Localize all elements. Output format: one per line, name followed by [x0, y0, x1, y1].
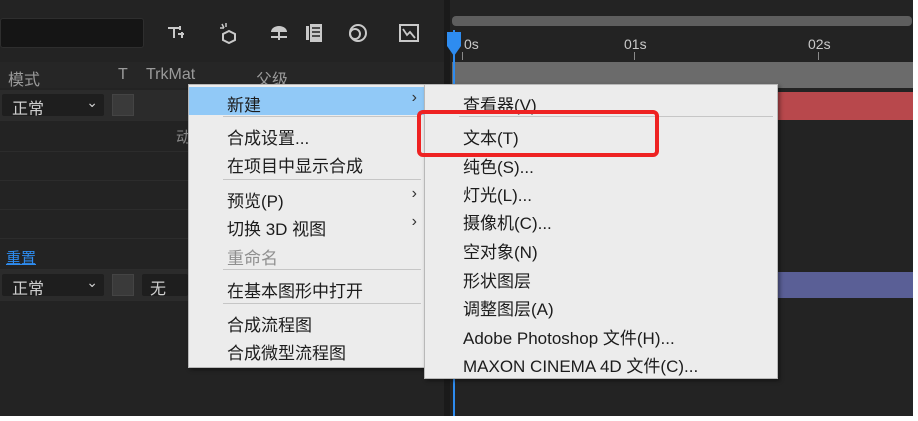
menu-item-label: 空对象(N)	[463, 243, 538, 262]
annotation-highlight-box	[417, 110, 659, 157]
menu-item-label: 在项目中显示合成	[227, 157, 363, 176]
time-label-1: 01s	[624, 36, 647, 52]
trkmat-select[interactable]: 无	[142, 274, 188, 298]
trkmat-value: 无	[150, 281, 167, 298]
menu-item-label: 摄像机(C)...	[463, 214, 552, 233]
submenu-item-light[interactable]: 灯光(L)...	[425, 177, 777, 205]
chevron-down-icon: ⌄	[86, 274, 98, 290]
playhead-marker-icon[interactable]	[445, 30, 463, 58]
menu-item-label: 预览(P)	[227, 192, 284, 211]
chevron-down-icon: ⌄	[86, 94, 98, 110]
blend-mode-select[interactable]: 正常 ⌄	[2, 94, 104, 118]
submenu-item-adjustment-layer[interactable]: 调整图层(A)	[425, 291, 777, 319]
menu-item-label: 新建	[227, 96, 261, 115]
submenu-item-photoshop-file[interactable]: Adobe Photoshop 文件(H)...	[425, 320, 777, 348]
context-menu: 新建 › 合成设置... 在项目中显示合成 预览(P) › 切换 3D 视图 ›…	[188, 84, 426, 368]
submenu-item-cinema4d-file[interactable]: MAXON CINEMA 4D 文件(C)...	[425, 348, 777, 376]
menu-separator	[223, 303, 421, 304]
menu-item-label: 形状图层	[463, 272, 531, 291]
chevron-right-icon: ›	[411, 185, 417, 202]
timeline-navigator-bar[interactable]	[452, 16, 912, 26]
blend-mode-select[interactable]: 正常 ⌄	[2, 274, 104, 298]
graph-editor-icon[interactable]	[346, 22, 368, 44]
menu-item-label: 合成流程图	[227, 316, 312, 335]
track-matte-toggle[interactable]	[112, 94, 134, 116]
menu-separator	[223, 116, 421, 117]
shy-layers-icon[interactable]	[218, 22, 240, 44]
menu-item-label: 调整图层(A)	[463, 300, 554, 319]
menu-item-label: 切换 3D 视图	[227, 220, 327, 239]
menu-item-switch-3d-view[interactable]: 切换 3D 视图 ›	[189, 211, 425, 239]
blend-mode-value: 正常	[12, 281, 45, 298]
menu-item-label: MAXON CINEMA 4D 文件(C)...	[463, 357, 699, 376]
menu-item-label: 在基本图形中打开	[227, 282, 363, 301]
menu-item-label: 合成微型流程图	[227, 344, 346, 363]
track-matte-toggle[interactable]	[112, 274, 134, 296]
menu-item-composition-flowchart[interactable]: 合成流程图	[189, 307, 425, 335]
menu-item-label: 重命名	[227, 249, 278, 268]
t-column-label: T	[118, 66, 128, 83]
menu-item-label: 合成设置...	[227, 129, 310, 148]
mode-column-label: 模式	[8, 72, 41, 89]
time-label-0: 0s	[464, 36, 479, 52]
time-ruler[interactable]: 0s 01s 02s	[452, 30, 913, 62]
reset-link[interactable]: 重置	[6, 247, 36, 268]
menu-item-rename: 重命名	[189, 240, 425, 268]
menu-item-label: Adobe Photoshop 文件(H)...	[463, 329, 675, 348]
menu-item-composition-settings[interactable]: 合成设置...	[189, 120, 425, 148]
submenu-item-null-object[interactable]: 空对象(N)	[425, 234, 777, 262]
draft-3d-icon[interactable]	[166, 22, 188, 44]
timeline-search-input[interactable]	[0, 18, 144, 48]
menu-item-new[interactable]: 新建 ›	[189, 87, 425, 115]
ruler-tick	[818, 52, 819, 60]
chevron-right-icon: ›	[411, 213, 417, 230]
menu-item-open-in-essential-graphics[interactable]: 在基本图形中打开	[189, 273, 425, 301]
menu-item-reveal-in-project[interactable]: 在项目中显示合成	[189, 148, 425, 176]
after-effects-timeline-panel: 模式 T TrkMat 父级 正常 ⌄ 动 重置 正常 ⌄ 无 0s 01s 0…	[0, 0, 913, 416]
menu-item-label: 灯光(L)...	[463, 186, 532, 205]
composition-flowchart-icon[interactable]	[398, 22, 420, 44]
menu-item-composition-mini-flowchart[interactable]: 合成微型流程图	[189, 335, 425, 363]
blend-mode-value: 正常	[12, 101, 45, 118]
menu-separator	[223, 179, 421, 180]
submenu-item-camera[interactable]: 摄像机(C)...	[425, 205, 777, 233]
trkmat-column-label: TrkMat	[146, 66, 196, 83]
motion-blur-icon[interactable]	[304, 22, 326, 44]
time-label-2: 02s	[808, 36, 831, 52]
menu-separator	[223, 269, 421, 270]
submenu-item-shape-layer[interactable]: 形状图层	[425, 263, 777, 291]
ruler-tick	[634, 52, 635, 60]
menu-item-preview[interactable]: 预览(P) ›	[189, 183, 425, 211]
chevron-right-icon: ›	[411, 89, 417, 106]
frame-blending-icon[interactable]	[268, 22, 290, 44]
